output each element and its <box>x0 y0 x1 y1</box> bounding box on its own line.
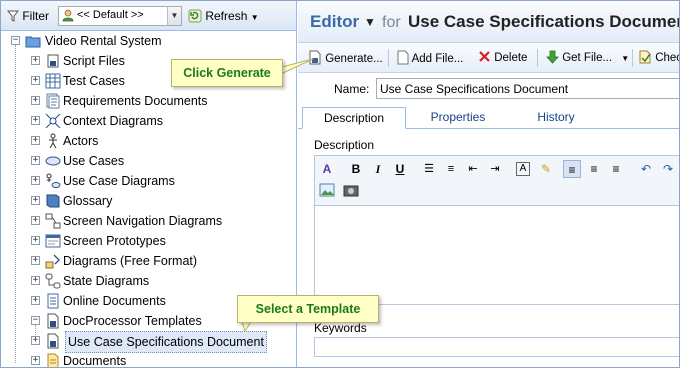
template-callout: Select a Template <box>237 295 379 323</box>
app-window: Filter << Default >> ▼ Refresh ▼ − Video… <box>0 0 680 368</box>
generate-callout: Click Generate <box>171 59 283 87</box>
